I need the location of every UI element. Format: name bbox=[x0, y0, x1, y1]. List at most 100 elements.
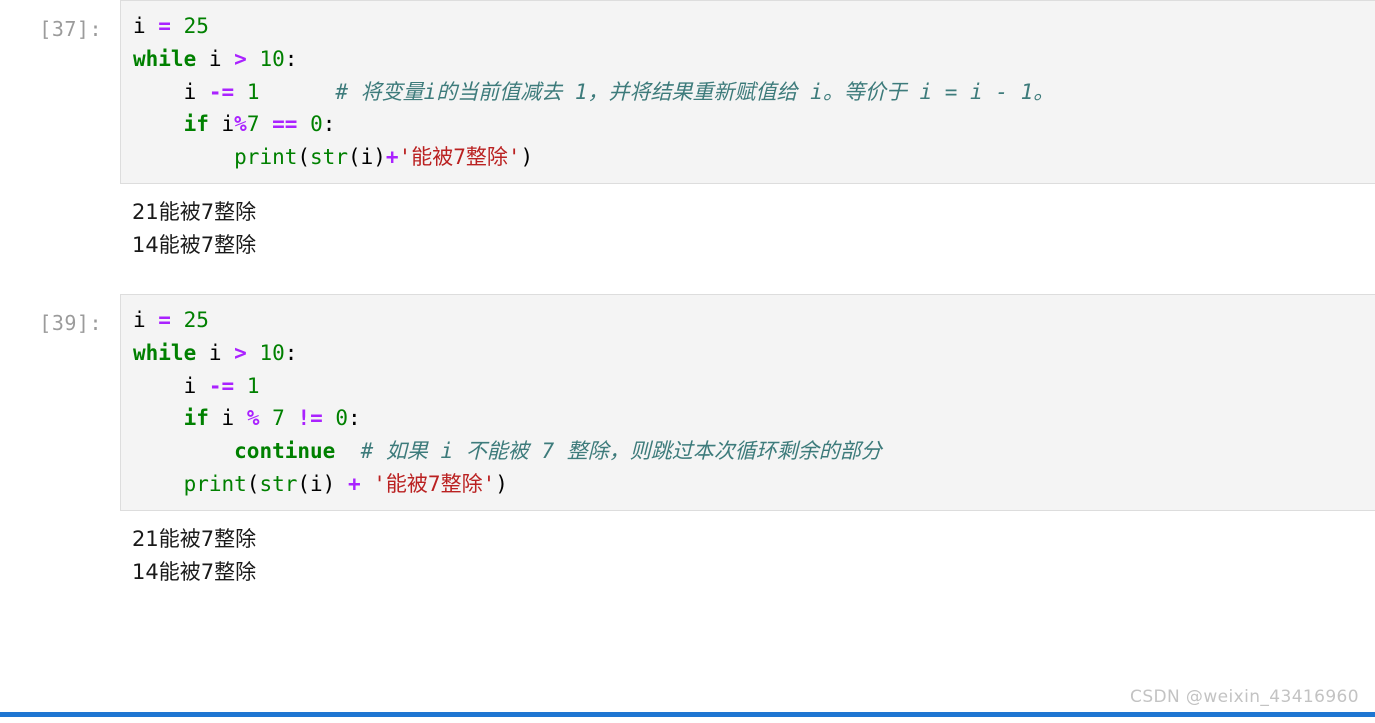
csdn-watermark: CSDN @weixin_43416960 bbox=[1130, 687, 1359, 707]
code-line: while i > 10: bbox=[133, 43, 1375, 76]
code-token-num: 10 bbox=[259, 46, 285, 71]
code-token-op: % bbox=[234, 112, 247, 137]
code-token-kw: continue bbox=[234, 439, 336, 464]
code-token-name: i bbox=[196, 340, 235, 365]
code-token-punct: : bbox=[348, 406, 361, 431]
code-token-punct: ) bbox=[520, 145, 534, 169]
code-token-num: 7 bbox=[246, 112, 260, 137]
execution-count-prompt: [39]: bbox=[39, 311, 102, 336]
code-token-num: 0 bbox=[310, 112, 323, 137]
code-token-punct bbox=[247, 47, 260, 71]
code-token-name: i bbox=[133, 14, 159, 38]
code-line: if i%7 == 0: bbox=[133, 108, 1375, 141]
code-token-name: i bbox=[133, 373, 209, 398]
code-token-punct: (i) bbox=[347, 145, 386, 169]
code-token-builtin: print bbox=[183, 471, 247, 496]
code-token-punct bbox=[297, 112, 310, 136]
code-token-op: == bbox=[272, 112, 298, 137]
output-line: 21能被7整除 bbox=[132, 199, 257, 224]
code-token-builtin: str bbox=[310, 145, 348, 169]
code-token-kw: while bbox=[133, 46, 197, 71]
code-token-punct bbox=[259, 406, 272, 430]
code-token-kw: if bbox=[183, 406, 209, 431]
code-token-op: = bbox=[158, 308, 171, 333]
code-token-punct: (i) bbox=[297, 471, 348, 496]
code-token-num: 1 bbox=[246, 373, 260, 398]
output-body: 21能被7整除 14能被7整除 bbox=[120, 510, 1375, 595]
cell-body: i = 25 while i > 10: i -= 1 # 将变量i的当前值减去 … bbox=[120, 0, 1375, 184]
code-line: continue # 如果 i 不能被 7 整除，则跳过本次循环剩余的部分 bbox=[133, 435, 1375, 468]
notebook-cell: [39]: i = 25 while i > 10: i -= 1 if i % 7… bbox=[0, 294, 1375, 511]
code-token-op: > bbox=[234, 340, 247, 365]
code-token-comment: # 如果 i 不能被 7 整除，则跳过本次循环剩余的部分 bbox=[360, 439, 882, 464]
code-token-name: i bbox=[133, 79, 209, 104]
code-token-kw: if bbox=[183, 112, 209, 137]
code-token-op: -= bbox=[208, 373, 235, 398]
cell-output: 21能被7整除 14能被7整除 bbox=[0, 510, 1375, 595]
notebook-cell: [37]: i = 25 while i > 10: i -= 1 # 将变量i的当… bbox=[0, 0, 1375, 184]
code-editor[interactable]: i = 25 while i > 10: i -= 1 # 将变量i的当前值减去 … bbox=[120, 0, 1375, 184]
code-token-kw: while bbox=[133, 340, 197, 365]
code-token-punct bbox=[259, 80, 335, 104]
code-token-str: '能被7整除' bbox=[398, 145, 521, 169]
code-token-punct bbox=[234, 374, 247, 398]
code-token-num: 0 bbox=[335, 406, 349, 431]
code-line: print(str(i)+'能被7整除') bbox=[133, 141, 1375, 174]
code-token-punct bbox=[335, 439, 360, 463]
code-token-builtin: print bbox=[234, 145, 298, 169]
code-token-name: i bbox=[196, 46, 235, 71]
code-token-punct bbox=[133, 439, 234, 463]
code-token-op: + bbox=[385, 145, 399, 169]
code-line: if i % 7 != 0: bbox=[133, 402, 1375, 435]
code-line: i -= 1 bbox=[133, 370, 1375, 403]
code-token-num: 1 bbox=[246, 79, 260, 104]
code-token-num: 10 bbox=[259, 340, 285, 365]
code-token-punct bbox=[171, 14, 184, 38]
code-token-op: % bbox=[246, 406, 260, 431]
code-token-punct bbox=[171, 308, 184, 332]
code-token-punct: : bbox=[284, 340, 298, 365]
code-token-name: i bbox=[133, 308, 159, 333]
code-token-punct bbox=[133, 472, 184, 496]
cell-body: i = 25 while i > 10: i -= 1 if i % 7 != 0… bbox=[120, 294, 1375, 511]
code-token-punct bbox=[133, 112, 184, 136]
code-token-punct: : bbox=[322, 112, 336, 137]
output-line: 14能被7整除 bbox=[132, 559, 257, 584]
code-token-punct bbox=[361, 472, 374, 496]
code-token-punct: : bbox=[284, 46, 298, 71]
code-line: i = 25 bbox=[133, 10, 1375, 43]
bottom-accent-bar bbox=[0, 712, 1375, 717]
code-token-punct bbox=[323, 406, 336, 430]
code-token-num: 7 bbox=[272, 406, 285, 431]
output-line: 14能被7整除 bbox=[132, 232, 257, 257]
code-token-op: = bbox=[158, 14, 171, 38]
code-line: i = 25 bbox=[133, 304, 1375, 337]
code-token-op: + bbox=[347, 471, 361, 496]
output-line: 21能被7整除 bbox=[132, 526, 257, 551]
output-body: 21能被7整除 14能被7整除 bbox=[120, 183, 1375, 269]
output-prompt-spacer bbox=[0, 184, 120, 198]
code-line: while i > 10: bbox=[133, 337, 1375, 370]
output-prompt-spacer bbox=[0, 511, 120, 525]
code-token-name: i bbox=[208, 112, 235, 137]
code-line: print(str(i) + '能被7整除') bbox=[133, 468, 1375, 501]
code-token-punct: ) bbox=[495, 471, 508, 496]
code-token-num: 25 bbox=[183, 308, 209, 333]
code-token-punct bbox=[133, 406, 184, 430]
code-token-punct: ( bbox=[246, 471, 260, 496]
code-token-punct bbox=[259, 112, 272, 136]
code-token-punct bbox=[133, 145, 234, 169]
code-token-punct bbox=[247, 341, 260, 365]
cell-output: 21能被7整除 14能被7整除 bbox=[0, 183, 1375, 269]
code-editor[interactable]: i = 25 while i > 10: i -= 1 if i % 7 != 0… bbox=[120, 294, 1375, 511]
code-token-punct: ( bbox=[297, 145, 311, 169]
jupyter-notebook: [37]: i = 25 while i > 10: i -= 1 # 将变量i的当… bbox=[0, 0, 1375, 723]
code-token-op: -= bbox=[208, 79, 235, 104]
notebook-cell-list: [37]: i = 25 while i > 10: i -= 1 # 将变量i的当… bbox=[0, 0, 1375, 595]
code-token-punct bbox=[234, 80, 247, 104]
stdout-stream: 21能被7整除 14能被7整除 bbox=[120, 510, 1375, 595]
code-token-builtin: str bbox=[259, 471, 298, 496]
code-token-comment: # 将变量i的当前值减去 1，并将结果重新赋值给 i。等价于 i = i - 1… bbox=[335, 79, 1055, 104]
code-token-punct bbox=[285, 406, 298, 430]
code-line: i -= 1 # 将变量i的当前值减去 1，并将结果重新赋值给 i。等价于 i … bbox=[133, 76, 1375, 109]
